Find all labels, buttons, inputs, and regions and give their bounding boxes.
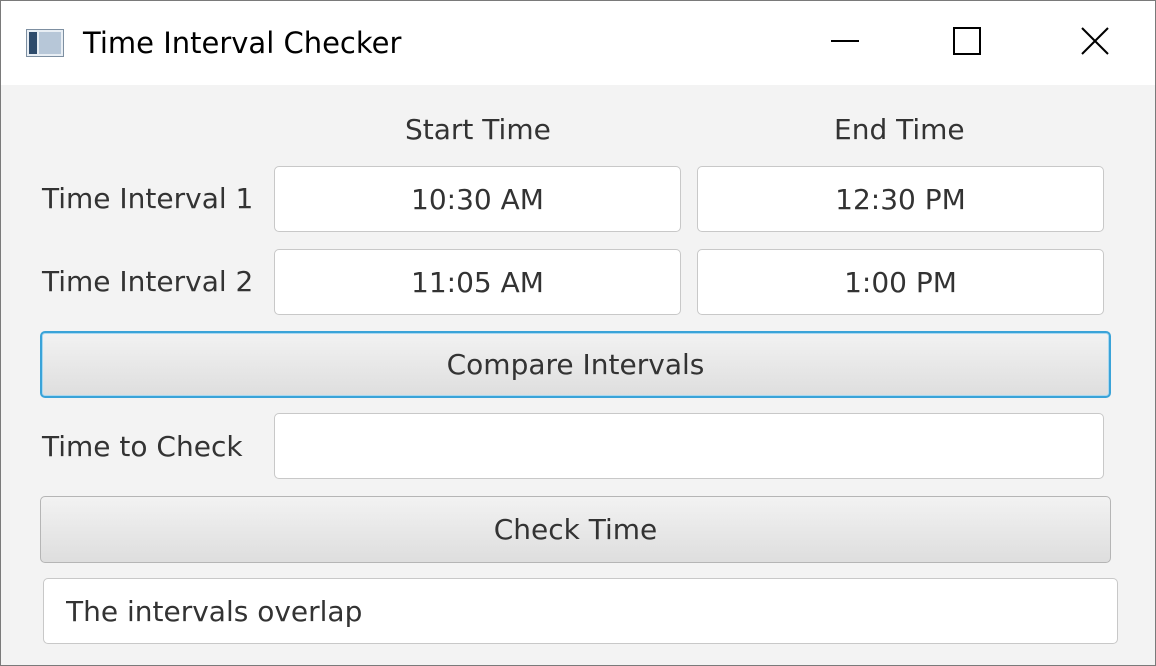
window-title: Time Interval Checker [83,26,402,60]
close-icon [1080,26,1110,60]
compare-intervals-button[interactable]: Compare Intervals [40,331,1111,398]
form-content: Start Time End Time Time Interval 1 Time… [1,85,1155,665]
time-to-check-label: Time to Check [42,430,243,463]
maximize-icon [952,26,982,60]
time-to-check-field[interactable] [274,413,1104,479]
interval-1-end-field[interactable] [697,166,1104,232]
interval-2-end-field[interactable] [697,249,1104,315]
minimize-icon [830,26,860,60]
end-time-header: End Time [834,113,965,146]
compare-intervals-label: Compare Intervals [446,348,705,381]
check-time-label: Check Time [493,513,658,546]
app-window-icon [26,29,64,57]
app-window: Time Interval Checker Start Time End Tim… [0,0,1156,666]
close-button[interactable] [1055,1,1135,85]
title-bar: Time Interval Checker [1,1,1155,85]
interval-2-label: Time Interval 2 [42,265,254,298]
maximize-button[interactable] [927,1,1007,85]
interval-1-start-field[interactable] [274,166,681,232]
interval-2-start-field[interactable] [274,249,681,315]
interval-1-label: Time Interval 1 [42,182,254,215]
check-time-button[interactable]: Check Time [40,496,1111,563]
result-field [43,578,1118,644]
minimize-button[interactable] [805,1,885,85]
start-time-header: Start Time [405,113,551,146]
